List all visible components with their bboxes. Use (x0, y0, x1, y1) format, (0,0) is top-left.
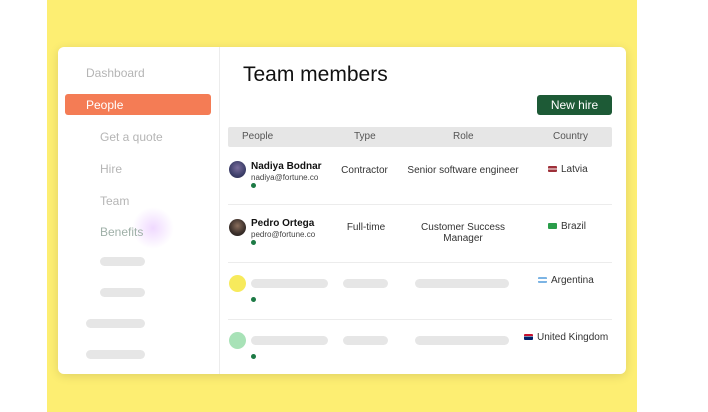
member-type: Contractor (341, 165, 388, 176)
country-label: United Kingdom (537, 332, 609, 343)
sidebar-item-benefits[interactable]: Benefits (100, 225, 143, 239)
sidebar-item-dashboard[interactable]: Dashboard (86, 66, 145, 80)
placeholder-role (415, 279, 509, 288)
member-country: Brazil (548, 221, 586, 232)
placeholder-avatar (229, 275, 246, 292)
member-name: Nadiya Bodnar (251, 161, 322, 172)
placeholder-name (251, 336, 328, 345)
main-content: Team members New hire People Type Role C… (220, 47, 626, 374)
member-email: pedro@fortune.co (251, 230, 316, 239)
member-name: Pedro Ortega (251, 218, 315, 229)
sidebar-item-get-a-quote[interactable]: Get a quote (100, 130, 163, 144)
table-row[interactable]: United Kingdom (228, 321, 612, 374)
column-header-type[interactable]: Type (354, 131, 376, 142)
status-dot (251, 240, 256, 245)
sidebar-placeholder-item (100, 257, 145, 266)
member-email: nadiya@fortune.co (251, 173, 319, 182)
column-header-country[interactable]: Country (553, 131, 588, 142)
member-role: Customer Success Manager (421, 222, 505, 244)
brazil-flag-icon (548, 223, 557, 230)
placeholder-type (343, 279, 388, 288)
table-header: People Type Role Country (228, 127, 612, 147)
placeholder-avatar (229, 332, 246, 349)
sidebar-item-team[interactable]: Team (100, 194, 129, 208)
uk-flag-icon (524, 334, 533, 341)
country-label: Brazil (561, 221, 587, 232)
country-label: Latvia (561, 164, 588, 175)
stage: Dashboard People Get a quote Hire Team B… (0, 0, 708, 412)
placeholder-role (415, 336, 509, 345)
sidebar: Dashboard People Get a quote Hire Team B… (58, 47, 220, 374)
placeholder-type (343, 336, 388, 345)
placeholder-name (251, 279, 328, 288)
sidebar-placeholder-item (86, 350, 145, 359)
table-row[interactable]: Argentina (228, 263, 612, 320)
sidebar-placeholder-item (100, 288, 145, 297)
member-country: Latvia (548, 164, 588, 175)
argentina-flag-icon (538, 277, 547, 284)
member-country: Argentina (538, 275, 594, 286)
sidebar-item-people[interactable]: People (65, 94, 211, 115)
page-title: Team members (243, 63, 388, 86)
table-row[interactable]: Pedro Ortega pedro@fortune.co Full-time … (228, 206, 612, 263)
member-type: Full-time (346, 222, 386, 233)
member-country: United Kingdom (524, 332, 608, 343)
sidebar-placeholder-item (86, 319, 145, 328)
status-dot (251, 297, 256, 302)
column-header-people[interactable]: People (242, 131, 273, 142)
status-dot (251, 354, 256, 359)
latvia-flag-icon (548, 166, 557, 173)
member-role: Senior software engineer (407, 165, 519, 176)
avatar (229, 219, 246, 236)
column-header-role[interactable]: Role (453, 131, 474, 142)
new-hire-button[interactable]: New hire (537, 95, 612, 115)
table-row[interactable]: Nadiya Bodnar nadiya@fortune.co Contract… (228, 148, 612, 205)
avatar (229, 161, 246, 178)
country-label: Argentina (551, 275, 594, 286)
app-window: Dashboard People Get a quote Hire Team B… (58, 47, 626, 374)
status-dot (251, 183, 256, 188)
sidebar-item-hire[interactable]: Hire (100, 162, 122, 176)
